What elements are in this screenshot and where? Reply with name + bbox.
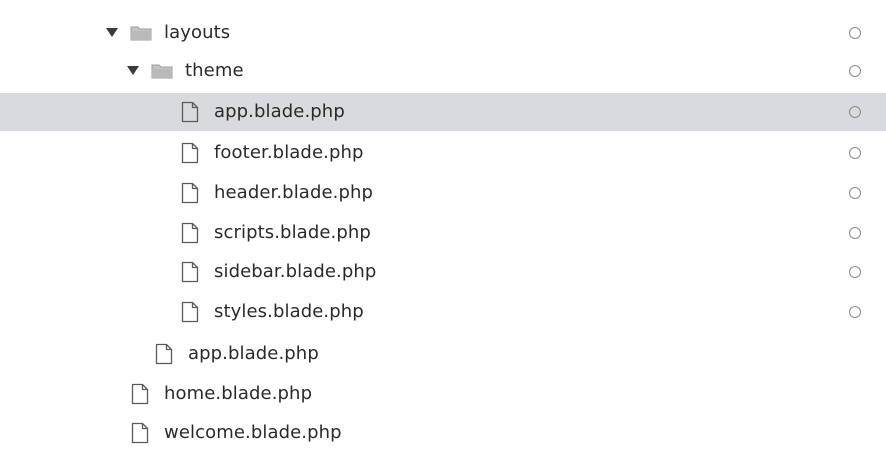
circle-outline-icon	[849, 147, 861, 159]
file-label: home.blade.php	[164, 383, 313, 404]
file-tree: layouts theme app.blade.php footer.blade…	[0, 0, 886, 444]
tree-file-theme-styles[interactable]: styles.blade.php	[0, 293, 886, 331]
tree-file-layouts-app[interactable]: app.blade.php	[0, 335, 886, 373]
file-label: sidebar.blade.php	[214, 261, 377, 282]
file-label: footer.blade.php	[214, 142, 364, 163]
file-icon	[178, 141, 202, 165]
tree-file-theme-footer[interactable]: footer.blade.php	[0, 134, 886, 172]
folder-icon	[150, 59, 174, 83]
file-icon	[178, 100, 202, 124]
file-icon	[178, 181, 202, 205]
circle-outline-icon	[849, 106, 861, 118]
file-label: app.blade.php	[214, 101, 345, 122]
file-icon	[178, 260, 202, 284]
tree-file-theme-app[interactable]: app.blade.php	[0, 93, 886, 131]
triangle-down-icon[interactable]	[105, 26, 119, 40]
circle-outline-icon	[849, 27, 861, 39]
file-label: welcome.blade.php	[164, 422, 342, 443]
file-icon	[128, 421, 152, 445]
tree-file-home[interactable]: home.blade.php	[0, 375, 886, 413]
file-icon	[152, 342, 176, 366]
folder-label: layouts	[164, 22, 231, 43]
file-label: header.blade.php	[214, 182, 374, 203]
file-icon	[178, 300, 202, 324]
file-icon	[128, 382, 152, 406]
tree-file-theme-scripts[interactable]: scripts.blade.php	[0, 214, 886, 252]
folder-label: theme	[185, 60, 244, 81]
tree-file-theme-header[interactable]: header.blade.php	[0, 174, 886, 212]
circle-outline-icon	[849, 266, 861, 278]
tree-folder-theme[interactable]: theme	[0, 52, 886, 90]
circle-outline-icon	[849, 227, 861, 239]
file-label: scripts.blade.php	[214, 222, 371, 243]
circle-outline-icon	[849, 65, 861, 77]
circle-outline-icon	[849, 187, 861, 199]
folder-icon	[129, 21, 153, 45]
file-icon	[178, 221, 202, 245]
tree-file-theme-sidebar[interactable]: sidebar.blade.php	[0, 253, 886, 291]
tree-folder-layouts[interactable]: layouts	[0, 14, 886, 52]
file-label: app.blade.php	[188, 343, 319, 364]
tree-file-welcome[interactable]: welcome.blade.php	[0, 414, 886, 452]
circle-outline-icon	[849, 306, 861, 318]
triangle-down-icon[interactable]	[126, 64, 140, 78]
file-label: styles.blade.php	[214, 301, 364, 322]
